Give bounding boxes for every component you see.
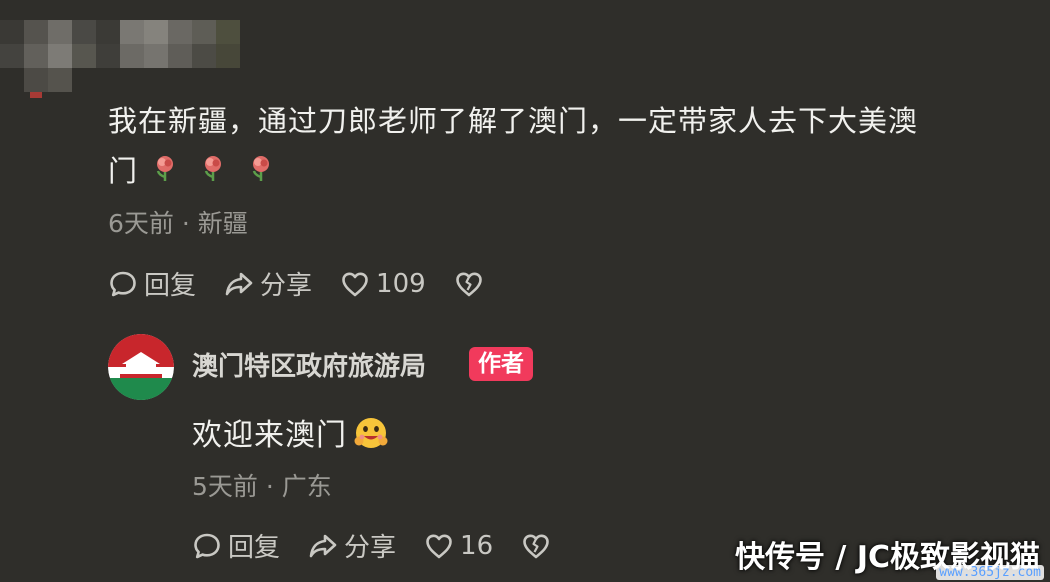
like-button[interactable]: 109: [340, 269, 426, 299]
reply-text: 欢迎来澳门: [192, 418, 347, 453]
dislike-button[interactable]: [454, 269, 484, 299]
watermark-url: www.365jz.com: [936, 565, 1044, 580]
reply-like-button[interactable]: 16: [424, 531, 493, 561]
comment-bubble-icon: [110, 271, 136, 296]
rose-icon: [204, 156, 222, 181]
comment-text-line1: 我在新疆，通过刀郎老师了解了澳门，一定带家人去下大美澳: [108, 104, 919, 138]
heart-icon: [426, 534, 452, 558]
reply-meta: 5天前 · 广东: [192, 472, 332, 501]
reply-like-count: 16: [460, 530, 494, 561]
share-arrow-icon: [225, 272, 253, 295]
author-avatar[interactable]: [108, 334, 174, 400]
share-arrow-icon: [309, 534, 337, 557]
hugging-face-emoji-icon: [354, 418, 388, 448]
comment-bubble-icon: [194, 533, 220, 558]
reply-dislike-button[interactable]: [521, 531, 551, 561]
share-button[interactable]: 分享: [224, 265, 312, 302]
broken-heart-icon: [455, 272, 482, 296]
comment-meta: 6天前 · 新疆: [108, 209, 248, 238]
heart-icon: [342, 272, 368, 296]
broken-heart-icon: [523, 534, 549, 558]
reply-button[interactable]: 回复: [108, 265, 196, 302]
comment-text-line2: 门: [108, 146, 1038, 196]
like-count: 109: [376, 268, 426, 299]
reply-share-button[interactable]: 分享: [308, 527, 396, 564]
comment-text-line2-text: 门: [108, 154, 139, 188]
share-label: 分享: [260, 271, 313, 301]
reply-reply-label: 回复: [228, 533, 281, 563]
author-name[interactable]: 澳门特区政府旅游局: [192, 346, 426, 383]
rose-icon: [252, 156, 270, 181]
comment-body: 我在新疆，通过刀郎老师了解了澳门，一定带家人去下大美澳 门: [108, 96, 1038, 196]
reply-body: 欢迎来澳门: [192, 410, 389, 454]
reply-actions: 回复 分享 16: [192, 527, 579, 564]
reply-label: 回复: [144, 271, 197, 301]
author-badge: 作者: [469, 347, 533, 381]
rose-icon: [156, 156, 174, 181]
comment-actions: 回复 分享 109: [108, 265, 512, 302]
macao-tourism-logo-icon: [108, 334, 174, 400]
blurred-username: [0, 0, 250, 100]
reply-share-label: 分享: [344, 533, 397, 563]
reply-reply-button[interactable]: 回复: [192, 527, 280, 564]
